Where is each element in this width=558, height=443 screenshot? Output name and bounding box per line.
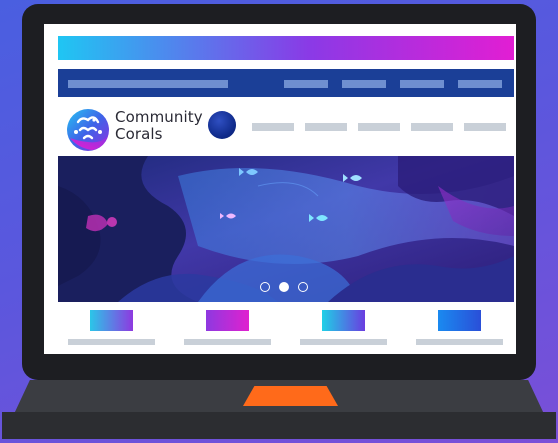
card-caption-placeholder [184,339,271,345]
top-gradient-banner [58,36,514,60]
brand-name[interactable]: Community Corals [115,109,203,143]
card-caption-placeholder [68,339,155,345]
card-caption-placeholder [416,339,503,345]
card-thumbnail[interactable] [206,310,249,331]
nav-placeholder-item[interactable] [400,80,444,88]
laptop-base [2,412,556,439]
carousel-dot[interactable] [298,282,308,292]
menu-placeholder-item[interactable] [252,123,294,131]
nav-placeholder-item[interactable] [458,80,502,88]
carousel-dot-active[interactable] [279,282,289,292]
hero-image [58,156,514,302]
menu-placeholder-item[interactable] [358,123,400,131]
card-thumbnail[interactable] [322,310,365,331]
card-thumbnail[interactable] [90,310,133,331]
card-thumbnail[interactable] [438,310,481,331]
menu-placeholder-item[interactable] [305,123,347,131]
menu-placeholder-item[interactable] [464,123,506,131]
hero-carousel[interactable] [58,156,514,302]
carousel-indicators [258,282,318,294]
nav-placeholder-wide[interactable] [68,80,228,88]
laptop-trackpad [243,386,338,406]
brand-name-line1: Community [115,108,203,126]
avatar[interactable] [208,111,236,139]
laptop-screen: Community Corals [44,24,516,354]
coral-logo-icon[interactable] [64,108,112,152]
nav-placeholder-item[interactable] [342,80,386,88]
brand-name-line2: Corals [115,125,163,143]
nav-placeholder-item[interactable] [284,80,328,88]
menu-placeholder-item[interactable] [411,123,453,131]
card-caption-placeholder [300,339,387,345]
carousel-dot[interactable] [260,282,270,292]
top-nav-bar [58,69,514,97]
